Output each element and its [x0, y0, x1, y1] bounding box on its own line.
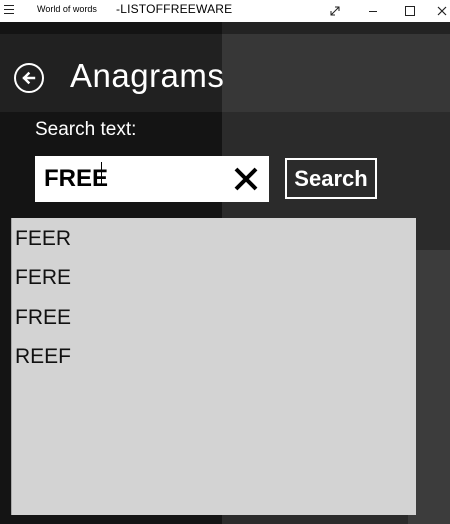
search-label: Search text: [35, 119, 137, 140]
list-item[interactable]: FREE [15, 300, 71, 336]
close-icon [234, 167, 258, 191]
window-close-button[interactable] [431, 0, 450, 22]
list-item[interactable]: REEF [15, 339, 71, 375]
title-bar: World of words -LISTOFFREEWARE [0, 0, 450, 22]
text-caret [101, 162, 102, 186]
maximize-button[interactable] [395, 0, 425, 22]
search-box[interactable] [35, 156, 269, 202]
list-item[interactable]: FEER [15, 221, 71, 257]
watermark-text: -LISTOFFREEWARE [116, 2, 233, 16]
search-input[interactable] [44, 162, 224, 196]
minimize-button[interactable] [358, 0, 388, 22]
list-item[interactable]: FERE [15, 260, 71, 296]
search-button[interactable]: Search [285, 158, 377, 199]
back-button[interactable] [14, 63, 44, 93]
results-list[interactable]: FEER FERE FREE REEF [11, 218, 416, 515]
header-band [0, 34, 450, 112]
app-title: World of words [37, 4, 97, 14]
background-panel-right-top [222, 22, 450, 34]
hamburger-icon[interactable] [4, 5, 14, 17]
page-title: Anagrams [70, 57, 225, 94]
expand-icon[interactable] [320, 0, 350, 22]
back-arrow-icon [22, 71, 36, 85]
clear-button[interactable] [231, 164, 261, 194]
